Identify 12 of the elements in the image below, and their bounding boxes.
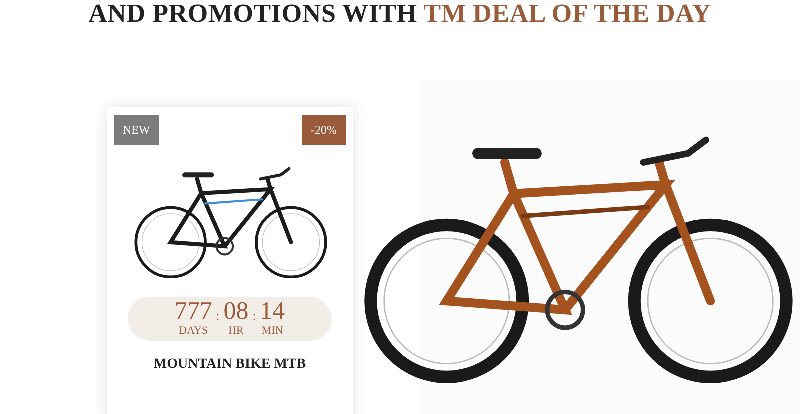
countdown-value: 14 (260, 299, 286, 324)
time-separator: : (216, 309, 220, 324)
countdown-value: 08 (224, 299, 249, 324)
product-title[interactable]: MOUNTAIN BIKE MTB (107, 357, 353, 373)
time-separator: : (252, 309, 256, 324)
section-heading: AND PROMOTIONS WITH TM DEAL OF THE DAY (88, 0, 712, 28)
countdown-unit: HR (228, 324, 244, 338)
countdown-unit: DAYS (179, 324, 208, 338)
new-badge: NEW (114, 115, 160, 145)
countdown-unit: MIN (262, 324, 284, 338)
discount-badge: -20% (302, 115, 346, 145)
countdown-value: 777 (174, 299, 212, 324)
